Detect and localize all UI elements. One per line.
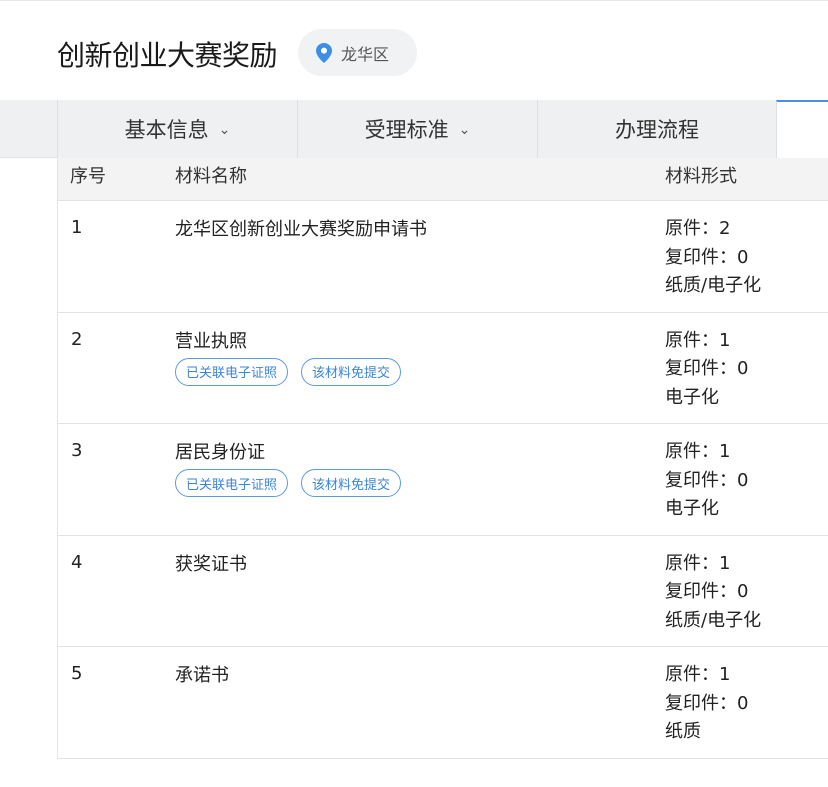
medium: 纸质: [665, 721, 701, 743]
page: 创新创业大赛奖励 龙华区 基本信息 ⌄ 受理标准 ⌄ 办理流程 序号 材料名称 …: [0, 0, 828, 787]
header-no: 序号: [70, 166, 106, 187]
copy-count: 复印件：0: [665, 358, 749, 380]
location-chip[interactable]: 龙华区: [298, 29, 417, 76]
table-header: 序号 材料名称 材料形式: [58, 158, 828, 201]
original-count: 原件：1: [665, 664, 731, 685]
copy-count: 复印件：0: [665, 246, 749, 268]
tab-label: 办理流程: [615, 118, 699, 142]
medium: 电子化: [665, 386, 719, 408]
tab-acceptance-criteria[interactable]: 受理标准 ⌄: [297, 100, 537, 158]
tab-label: 基本信息: [124, 118, 209, 142]
original-count: 原件：1: [665, 552, 731, 574]
material-form: 原件：1 复印件：0 纸质: [665, 661, 748, 747]
copy-count: 复印件：0: [665, 581, 749, 603]
table-row: 4 获奖证书 原件：1 复印件：0 纸质/电子化: [58, 536, 828, 647]
table-row: 1 龙华区创新创业大赛奖励申请书 原件：2 复印件：0 纸质/电子化: [58, 201, 828, 313]
tab-process[interactable]: 办理流程: [537, 100, 776, 158]
material-name: 获奖证书: [175, 553, 247, 575]
material-form: 原件：1 复印件：0 电子化: [665, 327, 748, 413]
original-count: 原件：1: [665, 441, 731, 462]
header-name: 材料名称: [175, 166, 247, 187]
exempt-submission-tag[interactable]: 该材料免提交: [301, 469, 402, 497]
medium: 纸质/电子化: [665, 609, 762, 631]
chevron-down-icon: ⌄: [458, 122, 471, 138]
linked-e-license-tag[interactable]: 已关联电子证照: [175, 469, 289, 497]
page-title: 创新创业大赛奖励: [57, 39, 278, 72]
chevron-down-icon: ⌄: [218, 122, 231, 138]
location-pin-icon: [316, 42, 332, 63]
medium: 电子化: [665, 498, 719, 520]
tab-label: 受理标准: [364, 118, 449, 142]
exempt-submission-tag[interactable]: 该材料免提交: [301, 357, 402, 386]
material-form: 原件：1 复印件：0 纸质/电子化: [665, 550, 761, 636]
material-form: 原件：1 复印件：0 电子化: [665, 438, 748, 524]
copy-count: 复印件：0: [665, 692, 749, 714]
table-row: 5 承诺书 原件：1 复印件：0 纸质: [58, 647, 828, 759]
row-no: 5: [71, 663, 83, 684]
copy-count: 复印件：0: [665, 469, 749, 491]
material-name: 龙华区创新创业大赛奖励申请书: [175, 219, 427, 240]
table-row: 3 居民身份证 已关联电子证照 该材料免提交 原件：1 复印件：0 电子化: [58, 424, 828, 536]
tab-materials-active[interactable]: [776, 100, 828, 159]
row-no: 3: [71, 440, 83, 461]
material-name: 居民身份证: [175, 442, 265, 463]
material-form: 原件：2 复印件：0 纸质/电子化: [665, 215, 761, 301]
tag-group: 已关联电子证照 该材料免提交: [175, 469, 402, 497]
medium: 纸质/电子化: [665, 275, 762, 297]
tag-group: 已关联电子证照 该材料免提交: [175, 357, 402, 386]
row-no: 1: [71, 217, 83, 238]
row-no: 4: [71, 551, 83, 573]
linked-e-license-tag[interactable]: 已关联电子证照: [175, 357, 289, 386]
material-name: 承诺书: [175, 665, 229, 686]
location-label: 龙华区: [341, 44, 390, 64]
original-count: 原件：2: [665, 218, 731, 239]
table-row: 2 营业执照 已关联电子证照 该材料免提交 原件：1 复印件：0 电子化: [58, 313, 828, 424]
materials-table: 序号 材料名称 材料形式 1 龙华区创新创业大赛奖励申请书 原件：2 复印件：0…: [57, 158, 828, 759]
material-name: 营业执照: [175, 330, 247, 352]
top-divider: [0, 0, 828, 4]
original-count: 原件：1: [665, 329, 731, 351]
tab-basic-info[interactable]: 基本信息 ⌄: [57, 100, 297, 158]
row-no: 2: [71, 328, 83, 350]
header-form: 材料形式: [665, 166, 737, 187]
